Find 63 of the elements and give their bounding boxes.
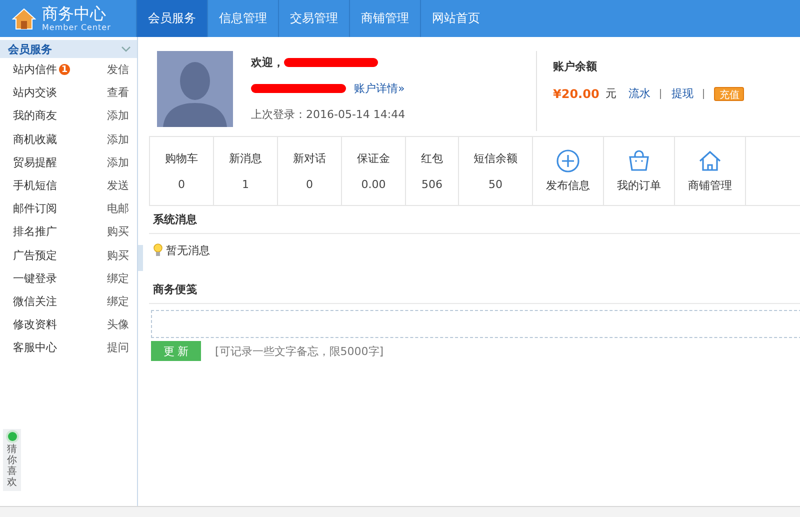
- stat-cell: 保证金 0.00: [341, 137, 405, 205]
- sidebar-link[interactable]: 一键登录: [13, 270, 57, 286]
- shortcut-tile[interactable]: 发布信息: [532, 137, 603, 205]
- stat-cell: 红包 506: [405, 137, 458, 205]
- sidebar-action-link[interactable]: 绑定: [107, 294, 129, 309]
- recommend-widget[interactable]: 猜你喜欢: [3, 429, 21, 491]
- sidebar-link[interactable]: 邮件订阅: [13, 201, 57, 216]
- house-icon: [12, 8, 36, 30]
- sidebar-link[interactable]: 站内交谈: [13, 85, 57, 100]
- sidebar-action-link[interactable]: 发送: [107, 178, 129, 194]
- sidebar-link[interactable]: 贸易提醒: [13, 154, 57, 170]
- chevron-icon: [121, 46, 131, 52]
- stat-cell: 新对话 0: [277, 137, 341, 205]
- shortcut-tile[interactable]: 我的订单: [603, 137, 674, 205]
- plus-circle-icon: [556, 149, 580, 173]
- memo-hint: [可记录一些文字备忘，限5000字]: [215, 344, 384, 358]
- sidebar-link[interactable]: 排名推广: [13, 224, 57, 240]
- sidebar-action-link[interactable]: 添加: [107, 132, 129, 147]
- sidebar-action-link[interactable]: 电邮: [107, 201, 129, 216]
- empty-message: 暂无消息: [166, 242, 210, 258]
- balance-link[interactable]: 提现: [671, 86, 694, 101]
- shortcut-tile[interactable]: 商铺管理: [674, 137, 745, 205]
- sidebar-action-link[interactable]: 购买: [107, 248, 129, 263]
- welcome-text: 欢迎，: [251, 54, 284, 70]
- section-title: 系统消息: [149, 206, 800, 234]
- sidebar-header[interactable]: 会员服务: [0, 40, 137, 58]
- stat-cell: 购物车 0: [149, 137, 213, 205]
- nav-tab[interactable]: 会员服务: [136, 0, 207, 37]
- house-icon: [698, 149, 722, 173]
- section-title: 商务便笺: [149, 276, 800, 304]
- site-title: 商务中心: [42, 6, 107, 22]
- currency-unit: 元: [605, 86, 616, 101]
- stat-cell: 新消息 1: [213, 137, 277, 205]
- stat-cell: 短信余额 50: [458, 137, 532, 205]
- sidebar-link[interactable]: 手机短信: [13, 178, 57, 194]
- recommend-label: 猜你喜欢: [7, 444, 17, 488]
- sidebar-action-link[interactable]: 添加: [107, 108, 129, 124]
- balance-title: 账户余额: [553, 59, 598, 74]
- sidebar-link[interactable]: 修改资料: [13, 317, 57, 332]
- sidebar-link[interactable]: 广告预定: [13, 248, 57, 263]
- site-subtitle: Member Center: [42, 24, 111, 32]
- sidebar-link[interactable]: 我的商友: [13, 108, 57, 124]
- sidebar-action-link[interactable]: 添加: [107, 154, 129, 170]
- last-login-text: 上次登录：2016-05-14 14:44: [251, 107, 406, 121]
- sidebar-action-link[interactable]: 提问: [107, 340, 129, 356]
- sidebar-link[interactable]: 商机收藏: [13, 132, 57, 147]
- sidebar-action-link[interactable]: 购买: [107, 224, 129, 240]
- balance-link[interactable]: 流水: [628, 86, 650, 101]
- count-badge: 1: [59, 64, 70, 76]
- sidebar-link[interactable]: 客服中心: [13, 340, 57, 356]
- memo-field[interactable]: [151, 310, 800, 338]
- account-details-link[interactable]: 账户详情»: [354, 80, 405, 96]
- status-dot: [8, 432, 16, 441]
- sidebar-link[interactable]: 站内信件: [13, 62, 57, 78]
- bag-icon: [627, 149, 651, 173]
- collapse-handle[interactable]: [138, 245, 143, 271]
- sidebar-link[interactable]: 微信关注: [13, 294, 57, 309]
- sidebar-action-link[interactable]: 查看: [107, 85, 129, 100]
- sidebar-action-link[interactable]: 绑定: [107, 270, 129, 286]
- sidebar-action-link[interactable]: 发信: [107, 62, 129, 78]
- sidebar-action-link[interactable]: 头像: [107, 317, 129, 332]
- lightbulb-icon: [153, 243, 163, 257]
- balance-amount: ¥20.00: [553, 86, 600, 100]
